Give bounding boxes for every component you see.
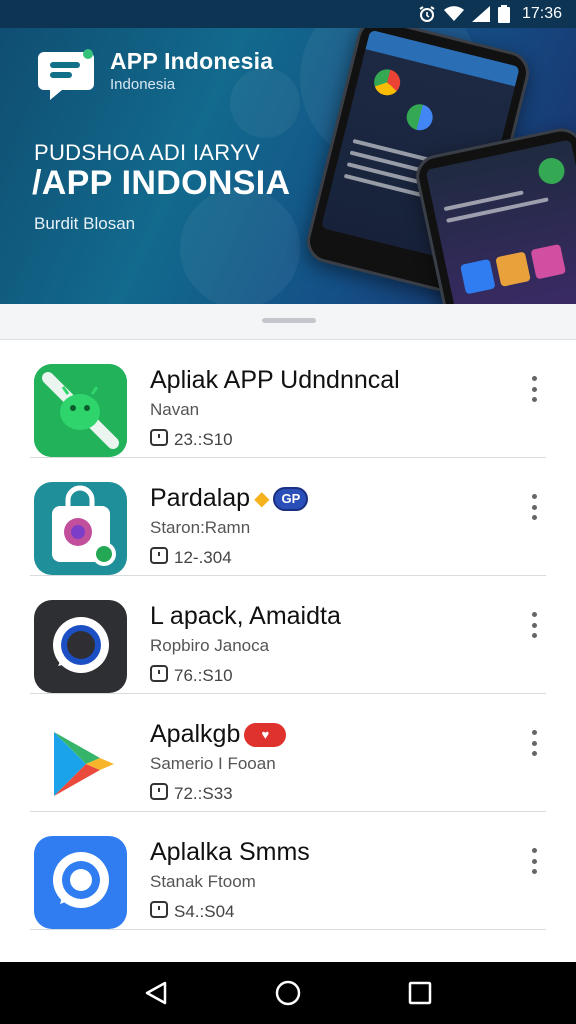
signal-icon [471, 6, 490, 22]
status-bar: 17:36 [0, 0, 576, 28]
app-meta: 12-.304 [150, 546, 232, 569]
app-name: L apack, Amaidta [150, 602, 341, 630]
divider [30, 929, 546, 930]
banner-tagline: PUDSHOA ADI IARYV [34, 140, 260, 165]
app-developer: Navan [150, 400, 200, 419]
recents-icon[interactable] [400, 973, 440, 1013]
more-options-icon[interactable] [522, 492, 546, 522]
alarm-icon [418, 5, 436, 23]
more-options-icon[interactable] [522, 846, 546, 876]
app-meta: 72.:S33 [150, 782, 233, 805]
clock-icon [150, 546, 168, 569]
clock-icon [150, 782, 168, 805]
wifi-icon [443, 6, 464, 22]
app-developer: Ropbiro Janoca [150, 636, 270, 655]
star-icon: ◆ [254, 488, 270, 510]
app-developer: Staron:Ramn [150, 518, 251, 537]
play-store-icon [34, 718, 127, 811]
app-name: Apalkgb ♥ [150, 720, 287, 749]
list-item[interactable]: Aplalka Smms Stanak Ftoom S4.:S04 [0, 812, 576, 930]
system-nav-bar [0, 962, 576, 1024]
drag-handle[interactable] [262, 318, 316, 323]
brand-subtitle: Indonesia [110, 76, 176, 93]
clock-icon [150, 428, 168, 451]
app-meta: 76.:S10 [150, 664, 233, 687]
app-meta: S4.:S04 [150, 900, 235, 923]
more-options-icon[interactable] [522, 610, 546, 640]
banner-headline: /APP INDONSIA [32, 164, 291, 202]
app-list: Apliak APP Udndnncal Navan 23.:S10 Parda… [0, 340, 576, 960]
list-item[interactable]: L apack, Amaidta Ropbiro Janoca 76.:S10 [0, 576, 576, 694]
more-options-icon[interactable] [522, 728, 546, 758]
app-meta: 23.:S10 [150, 428, 233, 451]
home-icon[interactable] [268, 973, 308, 1013]
messenger-icon [34, 836, 127, 929]
app-name: Pardalap ◆ GP [150, 484, 309, 513]
hero-banner[interactable]: APP Indonesia Indonesia PUDSHOA ADI IARY… [0, 28, 576, 304]
brand-title: APP Indonesia [110, 48, 274, 74]
battery-icon [497, 5, 510, 23]
banner-caption: Burdit Blosan [34, 214, 136, 233]
app-developer: Samerio I Fooan [150, 754, 276, 773]
app-badge: GP [273, 486, 309, 511]
android-icon [34, 364, 127, 457]
list-item[interactable]: Apliak APP Udndnncal Navan 23.:S10 [0, 340, 576, 458]
list-item[interactable]: Apalkgb ♥ Samerio I Fooan 72.:S33 [0, 694, 576, 812]
app-name: Aplalka Smms [150, 838, 310, 866]
app-badge: ♥ [244, 722, 287, 747]
list-item[interactable]: Pardalap ◆ GP Staron:Ramn 12-.304 [0, 458, 576, 576]
app-developer: Stanak Ftoom [150, 872, 256, 891]
shopping-bag-icon [34, 482, 127, 575]
app-logo-icon [38, 48, 96, 102]
chat-bubble-icon [34, 600, 127, 693]
more-options-icon[interactable] [522, 374, 546, 404]
app-name: Apliak APP Udndnncal [150, 366, 400, 394]
bottom-sheet-header [0, 304, 576, 340]
status-time: 17:36 [521, 5, 562, 22]
clock-icon [150, 900, 168, 923]
back-icon[interactable] [136, 973, 176, 1013]
clock-icon [150, 664, 168, 687]
